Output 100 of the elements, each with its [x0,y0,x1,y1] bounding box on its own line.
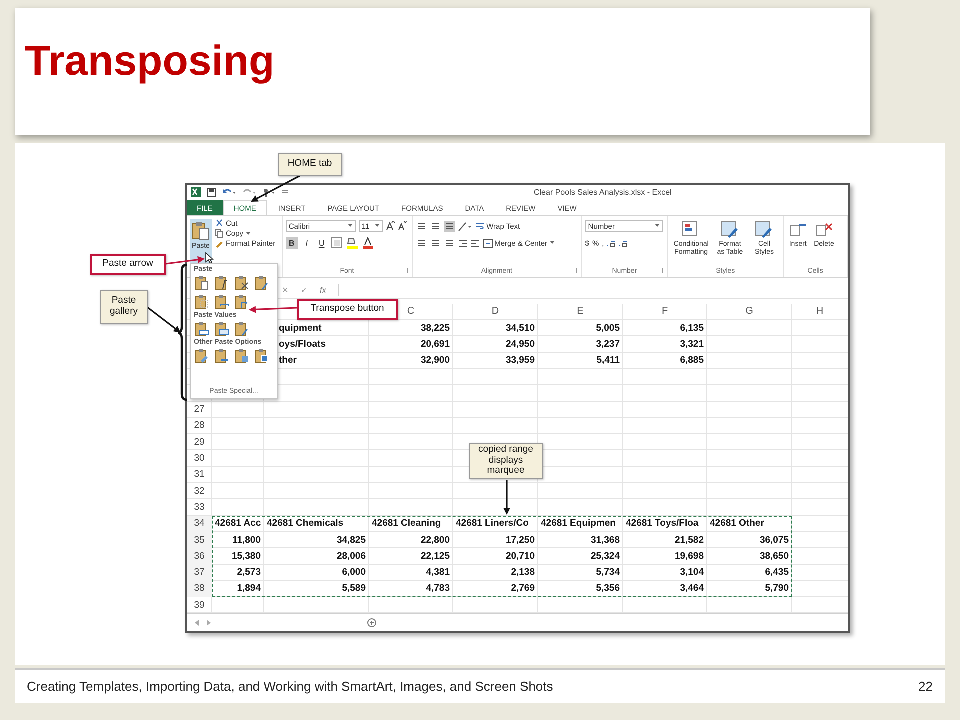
table-cell-text: 25,324 [590,550,621,564]
shrink-font-icon[interactable] [398,221,407,232]
table-cell-text: 5,790 [764,582,790,596]
table-cell-text: 38,650 [758,550,790,564]
save-icon[interactable] [207,188,216,197]
window-title: Clear Pools Sales Analysis.xlsx - Excel [534,188,672,197]
row-number[interactable]: 39 [187,597,212,614]
clipboard-icon [234,275,250,291]
table-cell-text: 2,769 [510,582,536,596]
underline-button[interactable]: U [316,237,328,250]
table-cell-text: 3,321 [679,338,705,352]
row-number[interactable]: 37 [187,564,212,581]
paste-option-button[interactable] [214,348,230,364]
clipboard-icon [234,321,250,337]
table-cell-text: 17,250 [504,534,536,548]
table-cell-text: 19,698 [674,550,705,564]
table-cell-text: 1,894 [236,582,262,596]
excel-logo-icon [191,187,201,198]
insert-cells-icon [789,221,808,240]
callout-label: Paste arrow [90,254,166,275]
align-center-icon[interactable] [430,238,441,249]
row-number[interactable]: 32 [187,482,212,500]
paste-option-button[interactable] [254,348,270,364]
paste-option-button[interactable] [234,348,250,364]
row-number[interactable]: 33 [187,499,212,516]
slide-title: Transposing [25,36,275,84]
grow-font-icon[interactable] [386,221,395,232]
column-header[interactable]: H [816,306,824,318]
add-sheet-icon[interactable] [367,618,377,628]
delete-cells-icon [815,221,834,240]
paste-option-button[interactable] [214,275,230,291]
table-cell-text: 21,582 [674,534,705,548]
paste-option-button[interactable] [194,275,210,291]
table-cell-text: 42681 Chemicals [266,517,345,532]
column-header[interactable]: D [492,306,500,318]
column-header[interactable]: G [746,306,754,318]
table-cell-text: 6,435 [764,566,790,580]
row-number[interactable]: 30 [187,450,212,467]
paste-option-button[interactable] [254,275,270,291]
insert-function-button[interactable]: fx [320,286,326,295]
borders-icon[interactable] [330,237,343,250]
dialog-launcher-icon[interactable] [658,268,664,274]
vertical-align-icon[interactable] [416,220,427,232]
row-number[interactable]: 36 [187,548,212,564]
clipboard-icon [214,321,230,337]
paste-option-button[interactable] [194,348,210,364]
paste-option-button[interactable] [234,294,250,310]
touch-mode-icon[interactable] [262,188,276,197]
column-header[interactable]: E [577,306,584,318]
clipboard-icon [234,294,250,310]
align-left-icon[interactable] [416,238,427,249]
scissors-icon [215,219,224,228]
page-number: 22 [918,679,933,694]
table-cell-text: 5,005 [595,322,621,336]
table-cell-text: 42681 Acc [214,517,262,532]
clipboard-icon [234,348,250,364]
paste-option-button[interactable] [234,321,250,337]
vertical-align-icon[interactable] [444,220,455,232]
brush-icon [215,239,224,248]
clipboard-icon [194,348,210,364]
bold-button[interactable]: B [286,237,298,250]
table-cell-text: 5,356 [595,582,621,596]
table-cell-text: 6,000 [341,566,367,580]
italic-button[interactable]: I [300,237,313,250]
row-number[interactable]: 38 [187,580,212,598]
row-number[interactable]: 35 [187,532,212,548]
vertical-align-icon[interactable] [430,220,441,232]
clipboard-icon [194,294,210,310]
table-cell-text: quipment [278,322,323,336]
table-cell-text: ther [278,354,298,368]
table-cell-text: 2,138 [510,566,536,580]
table-cell-text: 42681 Liners/Co [455,517,530,532]
table-cell-text: 5,589 [341,582,367,596]
row-number[interactable]: 31 [187,466,212,483]
dialog-launcher-icon[interactable] [572,268,578,274]
column-header[interactable]: F [662,306,668,318]
table-cell-text: 4,381 [425,566,451,580]
row-number[interactable]: 28 [187,418,212,434]
table-cell-text: 42681 Cleaning [371,517,442,532]
orientation-icon[interactable] [458,220,472,232]
clipboard-icon [254,348,270,364]
row-number[interactable]: 34 [187,516,212,532]
font-color-icon[interactable] [362,237,374,250]
table-cell-text: 31,368 [590,534,621,548]
clipboard-icon [254,275,270,291]
fill-color-icon[interactable] [346,237,359,250]
column-header[interactable]: C [407,306,415,318]
paste-option-button[interactable] [234,275,250,291]
align-right-icon[interactable] [444,238,455,249]
row-number[interactable]: 29 [187,434,212,450]
paste-option-button[interactable] [194,294,210,310]
clipboard-icon [214,348,230,364]
row-number[interactable]: 27 [187,402,212,418]
paste-option-button[interactable] [214,321,230,337]
caret-icon [550,241,555,246]
paste-option-button[interactable] [214,294,230,310]
paste-option-button[interactable] [194,321,210,337]
indent-icon[interactable] [458,238,480,249]
dialog-launcher-icon[interactable] [402,268,409,274]
table-cell-text: 6,885 [679,354,705,368]
